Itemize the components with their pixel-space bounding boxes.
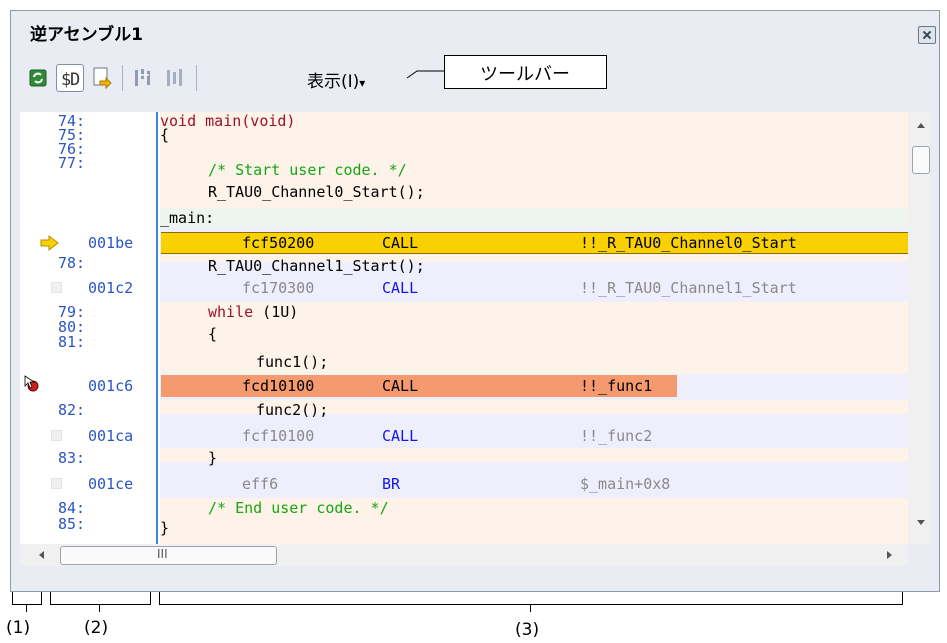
source-code: void main(void) <box>160 112 296 130</box>
bracket-3 <box>159 592 903 605</box>
instruction-operand: $_main+0x8 <box>580 475 671 493</box>
scroll-right-icon[interactable] <box>885 549 895 561</box>
toolbar-separator <box>196 65 197 91</box>
source-code: (1U) <box>253 303 299 321</box>
instruction-operand: !!_R_TAU0_Channel0_Start <box>580 234 797 252</box>
mix-display-icon: $ D <box>61 70 80 90</box>
bracket-1-stem <box>26 604 27 612</box>
mix-display-button[interactable]: $ D <box>56 64 84 92</box>
bracket-3-stem <box>530 604 531 612</box>
source-code: } <box>160 519 170 537</box>
step-out-icon <box>167 69 182 86</box>
source-code: } <box>208 449 218 467</box>
step-in-icon <box>135 69 150 86</box>
go-to-symbol-button[interactable] <box>88 64 116 92</box>
disassembly-view[interactable]: 74: 75: 76: 77: 001be 78: 001c2 79: 80: … <box>20 112 908 544</box>
source-band <box>160 448 908 462</box>
source-code: { <box>208 325 218 343</box>
line-number: 84: <box>58 499 86 517</box>
breakpoint-icon[interactable] <box>22 374 40 394</box>
scroll-up-icon[interactable] <box>915 120 927 130</box>
scroll-left-icon[interactable] <box>36 549 46 561</box>
instruction-code: fcf10100 <box>242 427 315 445</box>
bracket-1 <box>12 592 42 605</box>
line-number: 82: <box>58 401 86 419</box>
label-band <box>160 208 908 228</box>
source-code: R_TAU0_Channel1_Start(); <box>208 257 425 275</box>
line-number: 81: <box>58 333 86 351</box>
vertical-scroll-thumb[interactable] <box>912 146 930 174</box>
step-in-button[interactable] <box>130 64 158 92</box>
svg-text:D: D <box>70 70 80 90</box>
horizontal-scroll-thumb[interactable] <box>60 546 277 565</box>
instruction-operand: !!_R_TAU0_Channel1_Start <box>580 279 797 297</box>
callout-pointer <box>406 70 445 79</box>
event-margin[interactable] <box>20 112 34 544</box>
source-code: { <box>160 126 170 144</box>
instruction-operand: !!_func2 <box>580 427 653 445</box>
source-keyword: while <box>208 303 254 321</box>
scroll-down-icon[interactable] <box>915 518 927 528</box>
step-out-button[interactable] <box>162 64 190 92</box>
instruction-mnemonic: CALL <box>382 377 419 395</box>
instruction-code: eff6 <box>242 475 279 493</box>
source-code: func2(); <box>256 401 329 419</box>
column-divider <box>156 112 158 544</box>
line-number: 85: <box>58 515 86 533</box>
address: 001ca <box>88 427 134 445</box>
source-comment: /* Start user code. */ <box>208 161 407 179</box>
line-number: 83: <box>58 449 86 467</box>
instruction-mnemonic: BR <box>382 475 401 493</box>
annotation-label-2: (2) <box>84 618 109 638</box>
instruction-operand: !!_func1 <box>580 377 653 395</box>
instruction-mnemonic: CALL <box>382 234 419 252</box>
source-comment: /* End user code. */ <box>208 499 389 517</box>
line-number: 78: <box>58 254 86 272</box>
instruction-code: fc170300 <box>242 279 315 297</box>
chevron-down-icon: ▾ <box>359 76 366 90</box>
refresh-icon <box>29 69 47 87</box>
source-code: func1(); <box>256 353 329 371</box>
current-pc-arrow-icon <box>40 234 59 252</box>
symbol-label: _main: <box>160 209 215 227</box>
margin-box[interactable] <box>51 430 62 441</box>
panel-title: 逆アセンブル1 <box>30 25 143 45</box>
bracket-2-stem <box>99 604 100 612</box>
margin-box[interactable] <box>51 282 62 293</box>
scroll-grip: III <box>157 547 168 561</box>
bracket-2 <box>50 592 151 605</box>
callout-label: ツールバー <box>480 64 570 85</box>
annotation-label-1: (1) <box>6 618 31 638</box>
refresh-button[interactable] <box>24 64 52 92</box>
view-menu-label: 表示(I) <box>307 72 360 92</box>
go-to-symbol-icon <box>93 67 112 90</box>
address: 001ce <box>88 475 134 493</box>
margin-box[interactable] <box>51 478 62 489</box>
vertical-scrollbar[interactable] <box>908 112 930 544</box>
view-menu[interactable]: 表示(I)▾ <box>307 67 365 92</box>
toolbar-separator <box>122 65 123 91</box>
address: 001c2 <box>88 279 134 297</box>
address: 001be <box>88 234 134 252</box>
scroll-corner <box>908 544 930 566</box>
source-code: R_TAU0_Channel0_Start(); <box>208 183 425 201</box>
instruction-mnemonic: CALL <box>382 427 419 445</box>
annotation-label-3: (3) <box>515 620 540 640</box>
instruction-code: fcd10100 <box>242 377 315 395</box>
instruction-code: fcf50200 <box>242 234 315 252</box>
instruction-mnemonic: CALL <box>382 279 419 297</box>
address: 001c6 <box>88 377 134 395</box>
close-button[interactable] <box>918 26 936 44</box>
line-number: 77: <box>58 154 86 172</box>
